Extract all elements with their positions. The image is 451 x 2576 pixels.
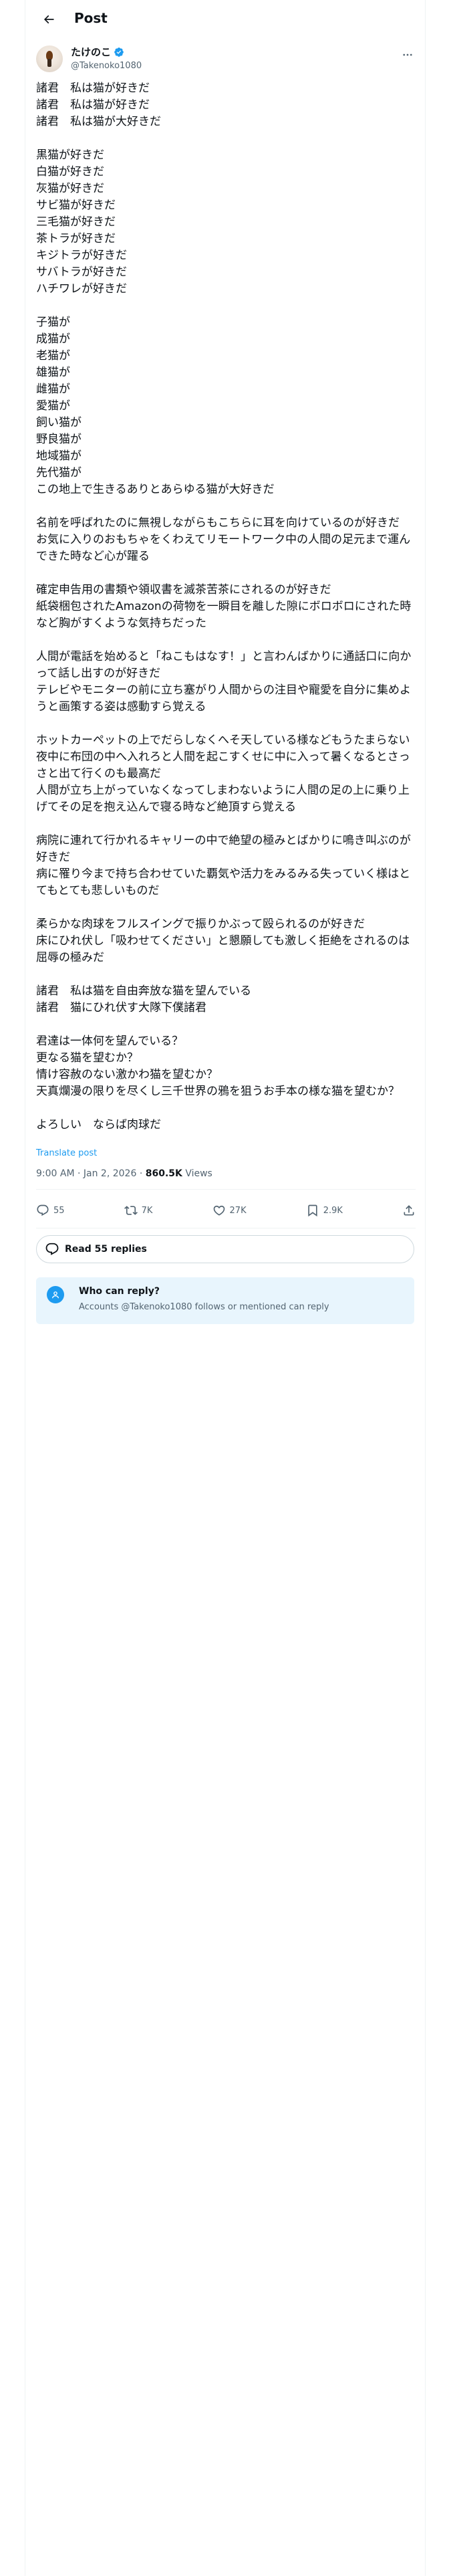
- post-line: 君達は一体何を望んでいる？: [36, 1035, 184, 1048]
- post-line: テレビやモニターの前に立ち塞がり人間からの注目や寵愛を自分に集めようと画策する姿…: [36, 683, 411, 714]
- bookmark-count: 2.9K: [323, 1205, 343, 1216]
- post-line: 諸君 私は猫を自由奔放な猫を望んでいる: [36, 984, 252, 998]
- post-line: よろしい ならば肉球だ: [36, 1118, 161, 1132]
- post-line: 三毛猫が好きだ: [36, 215, 116, 229]
- verified-badge-icon: [114, 47, 124, 57]
- post-line: 人間が立ち上がっていなくなってしまわないように人間の足の上に乗り上げてその足を抱…: [36, 784, 410, 814]
- post-text: 諸君 私は猫が好きだ 諸君 私は猫が好きだ 諸君 私は猫が大好きだ 黒猫が好きだ 白猫…: [36, 80, 416, 1134]
- post-line: 子猫が: [36, 316, 70, 329]
- post-line: 地域猫が: [36, 449, 82, 463]
- post-line: 灰猫が好きだ: [36, 182, 104, 195]
- like-count: 27K: [229, 1205, 247, 1216]
- header: Post: [25, 0, 425, 37]
- post-line: 天真爛漫の限りを尽くし三千世界の鴉を狙うお手本の様な猫を望むか？: [36, 1085, 400, 1098]
- arrow-left-icon: [43, 15, 54, 24]
- post-line: 白猫が好きだ: [36, 165, 104, 179]
- post-line: 先代猫が: [36, 466, 82, 479]
- post-line: 情け容赦のない激かわ猫を望むか？: [36, 1068, 218, 1081]
- post-line: キジトラが好きだ: [36, 249, 127, 262]
- action-bar: 55 7K 27K 2.9K: [36, 1194, 416, 1226]
- bookmark-icon: [308, 1204, 317, 1217]
- post-timestamp[interactable]: 9:00 AM · Jan 2, 2026: [36, 1168, 136, 1179]
- post-line: ホットカーペットの上でだらしなくへそ天している様などもうたまらない: [36, 734, 410, 747]
- share-icon: [404, 1205, 414, 1216]
- page-title: Post: [74, 10, 108, 26]
- post-line: 野良猫が: [36, 433, 82, 446]
- post-line: この地上で生きるありとあらゆる猫が大好きだ: [36, 483, 275, 496]
- views-count: 860.5K: [145, 1168, 182, 1179]
- post-line: 確定申告用の書類や領収書を滅茶苦茶にされるのが好きだ: [36, 583, 331, 597]
- post-meta: 9:00 AM · Jan 2, 2026 · 860.5K Views: [36, 1167, 212, 1180]
- share-button[interactable]: [402, 1204, 416, 1217]
- reply-button[interactable]: 55: [36, 1204, 65, 1217]
- replies-bubble-icon: [45, 1243, 59, 1255]
- name-row: たけのこ: [71, 45, 124, 59]
- post-line: 病院に連れて行かれるキャリーの中で絶望の極みとばかりに鳴き叫ぶのが好きだ: [36, 834, 411, 864]
- post-line: 成猫が: [36, 332, 70, 346]
- post-line: 諸君 私は猫が大好きだ: [36, 115, 161, 128]
- mention-icon: [47, 1286, 64, 1303]
- post-line: ハチワレが好きだ: [36, 282, 127, 296]
- bookmark-button[interactable]: 2.9K: [306, 1204, 343, 1217]
- reply-count: 55: [53, 1205, 65, 1216]
- views-label: Views: [185, 1168, 212, 1179]
- post-line: 夜中に布団の中へ入れろと人間を起こすくせに中に入って暑くなるとさっさと出て行くの…: [36, 750, 410, 780]
- translate-post-link[interactable]: Translate post: [36, 1148, 97, 1160]
- who-can-reply-description: Accounts @Takenoko1080 follows or mentio…: [79, 1302, 329, 1312]
- post-line: サビ猫が好きだ: [36, 199, 116, 212]
- read-replies-button[interactable]: Read 55 replies: [36, 1235, 414, 1263]
- read-replies-label: Read 55 replies: [65, 1244, 147, 1255]
- post-line: 茶トラが好きだ: [36, 232, 116, 245]
- user-handle[interactable]: @Takenoko1080: [71, 60, 142, 72]
- repost-icon: [124, 1206, 138, 1215]
- post-line: サバトラが好きだ: [36, 265, 127, 279]
- post-line: 更なる猫を望むか？: [36, 1051, 138, 1065]
- reply-icon: [37, 1204, 49, 1216]
- post-line: 雌猫が: [36, 383, 70, 396]
- post-line: 名前を呼ばれたのに無視しながらもこちらに耳を向けているのが好きだ: [36, 516, 400, 530]
- post-line: 柔らかな肉球をフルスイングで振りかぶって殴られるのが好きだ: [36, 918, 365, 931]
- post-line: 雄猫が: [36, 366, 70, 379]
- post-author: たけのこ @Takenoko1080: [36, 41, 417, 74]
- post-line: 紙袋梱包されたAmazonの荷物を一瞬目を離した隙にボロボロにされた時など胸がす…: [36, 600, 412, 630]
- post-line: 人間が電話を始めると「ねこもはなす！」と言わんばかりに通話口に向かって話し出すの…: [36, 650, 412, 680]
- heart-icon: [213, 1205, 224, 1216]
- post-column: Post たけのこ @Takenoko1080 諸君 私は猫が好きだ 諸君 私は猫…: [25, 0, 426, 2576]
- post-line: 飼い猫が: [36, 416, 82, 429]
- who-can-reply-notice: Who can reply? Accounts @Takenoko1080 fo…: [36, 1277, 414, 1324]
- post-line: 諸君 猫にひれ伏す大隊下僕諸君: [36, 1001, 206, 1014]
- repost-count: 7K: [141, 1205, 153, 1216]
- meta-separator: ·: [139, 1168, 146, 1179]
- post-line: 黒猫が好きだ: [36, 148, 104, 162]
- avatar[interactable]: [36, 45, 63, 72]
- display-name[interactable]: たけのこ: [71, 45, 111, 59]
- post-line: 愛猫が: [36, 399, 70, 413]
- like-button[interactable]: 27K: [212, 1204, 247, 1217]
- post-line: 病に罹り今まで持ち合わせていた覇気や活力をみるみる失っていく様はとてもとても悲し…: [36, 867, 411, 897]
- more-horizontal-icon: [403, 53, 412, 56]
- more-options-button[interactable]: [400, 47, 416, 63]
- post-line: 床にひれ伏し「吸わせてください」と懇願しても激しく拒絶をされるのは屈辱の極みだ: [36, 934, 410, 964]
- post-line: 諸君 私は猫が好きだ: [36, 98, 150, 112]
- post-line: お気に入りのおもちゃをくわえてリモートワーク中の人間の足元まで運んできた時など心…: [36, 533, 411, 563]
- post-line: 老猫が: [36, 349, 70, 362]
- divider: [36, 1189, 416, 1190]
- at-sign-icon: [52, 1291, 59, 1299]
- back-button[interactable]: [37, 8, 60, 31]
- repost-button[interactable]: 7K: [124, 1204, 153, 1217]
- who-can-reply-title: Who can reply?: [79, 1286, 160, 1297]
- avatar-mushroom-stem: [47, 59, 51, 67]
- post-line: 諸君 私は猫が好きだ: [36, 82, 150, 95]
